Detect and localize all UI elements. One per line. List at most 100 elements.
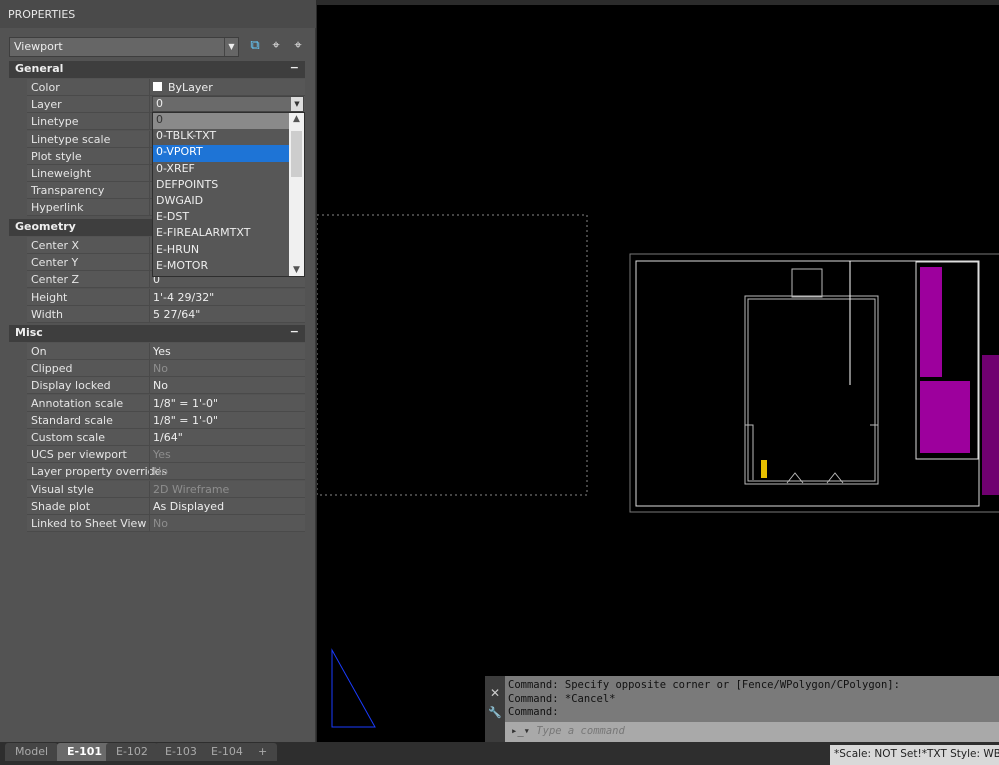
property-row[interactable]: On Yes xyxy=(27,343,305,360)
property-label: Display locked xyxy=(31,379,111,393)
property-row[interactable]: Width 5 27/64" xyxy=(27,305,305,323)
collapse-icon[interactable]: − xyxy=(290,61,299,74)
layer-dropdown-list[interactable]: 0 0-TBLK-TXT 0-VPORT 0-XREF DEFPOINTS DWGAID E… xyxy=(152,112,305,277)
divider xyxy=(149,199,150,217)
collapse-icon[interactable]: − xyxy=(290,325,299,338)
property-row[interactable]: Display locked No xyxy=(27,377,305,395)
property-label: Lineweight xyxy=(31,167,92,180)
layer-option[interactable]: 0-TBLK-TXT xyxy=(153,129,289,145)
command-history: Command: Specify opposite corner or [Fen… xyxy=(508,679,900,720)
section-title: Misc xyxy=(15,326,43,339)
property-row[interactable]: Linked to Sheet View No xyxy=(27,515,305,532)
scroll-down-icon[interactable]: ▼ xyxy=(289,265,304,275)
property-label: Linetype scale xyxy=(31,132,111,146)
property-value[interactable]: No xyxy=(153,362,168,375)
command-input[interactable]: ▸_▾ Type a command xyxy=(505,722,999,742)
close-icon[interactable]: ✕ xyxy=(485,686,505,700)
layer-option[interactable]: 0-VPORT xyxy=(153,145,289,162)
layer-value: 0 xyxy=(156,97,163,110)
property-label: Visual style xyxy=(31,482,94,496)
layer-option[interactable]: DEFPOINTS xyxy=(153,178,289,194)
layer-option[interactable]: 0 xyxy=(153,113,289,130)
select-objects-icon[interactable]: ⌖ xyxy=(268,38,284,54)
divider xyxy=(149,165,150,182)
color-value: ByLayer xyxy=(168,81,213,94)
divider xyxy=(149,288,150,306)
layer-option[interactable]: E-MOTOR xyxy=(153,259,289,275)
scroll-thumb[interactable] xyxy=(291,131,302,177)
layer-option[interactable]: E-FIREALARMTXT xyxy=(153,226,289,242)
divider xyxy=(149,429,150,446)
viewport-boundary[interactable] xyxy=(316,214,588,496)
toggle-pickadd-icon[interactable]: ⧉ xyxy=(247,38,263,54)
legend-text xyxy=(920,267,999,495)
divider xyxy=(149,463,150,481)
layer-field[interactable]: 0 ▼ xyxy=(152,96,304,112)
property-row[interactable]: Clipped No xyxy=(27,360,305,378)
divider xyxy=(149,182,150,200)
property-label: Layer xyxy=(31,98,62,112)
tab-e-102[interactable]: E-102 xyxy=(106,743,158,761)
section-general[interactable]: General − xyxy=(9,61,305,78)
scroll-up-icon[interactable]: ▲ xyxy=(289,114,304,124)
tab-e-104[interactable]: E-104 xyxy=(201,743,253,761)
command-prompt-icon[interactable]: ▸_▾ xyxy=(511,725,536,737)
tab-add[interactable]: + xyxy=(248,743,278,761)
section-misc[interactable]: Misc − xyxy=(9,325,305,342)
property-label: Linked to Sheet View xyxy=(31,517,147,530)
wrench-icon[interactable]: 🔧 xyxy=(485,706,505,719)
property-row[interactable]: Standard scale 1/8" = 1'-0" xyxy=(27,411,305,429)
tab-e-101[interactable]: E-101 xyxy=(57,743,113,761)
layer-option[interactable]: 0-XREF xyxy=(153,162,289,178)
property-label: Center X xyxy=(31,239,80,252)
layer-option[interactable]: E-DST xyxy=(153,210,289,226)
property-row[interactable]: Annotation scale 1/8" = 1'-0" xyxy=(27,394,305,412)
divider xyxy=(149,515,150,532)
tab-e-103[interactable]: E-103 xyxy=(155,743,207,761)
property-value[interactable]: 1/8" = 1'-0" xyxy=(153,397,218,410)
property-value[interactable]: 2D Wireframe xyxy=(153,483,229,496)
property-value[interactable]: 1/64" xyxy=(153,431,183,444)
divider xyxy=(149,497,150,515)
property-row[interactable]: UCS per viewport Yes xyxy=(27,446,305,464)
status-text: *Scale: NOT Set!*TXT Style: WBA- xyxy=(830,745,999,765)
property-label: Shade plot xyxy=(31,499,91,513)
property-value[interactable]: Yes xyxy=(153,448,171,461)
property-row[interactable]: Height 1'-4 29/32" xyxy=(27,288,305,306)
property-label: Height xyxy=(31,290,68,304)
property-row[interactable]: Custom scale 1/64" xyxy=(27,429,305,446)
divider xyxy=(149,147,150,165)
chevron-down-icon[interactable]: ▼ xyxy=(291,97,303,111)
property-value[interactable]: As Displayed xyxy=(153,500,224,513)
command-placeholder: Type a command xyxy=(536,725,625,737)
property-row[interactable]: Visual style 2D Wireframe xyxy=(27,480,305,498)
divider xyxy=(149,254,150,272)
property-value[interactable]: Yes xyxy=(153,345,171,358)
divider xyxy=(149,79,150,96)
divider xyxy=(149,394,150,412)
chevron-down-icon[interactable]: ▼ xyxy=(224,38,238,56)
scrollbar[interactable]: ▲ ▼ xyxy=(289,113,304,276)
property-label: Standard scale xyxy=(31,413,113,427)
property-value[interactable]: No xyxy=(153,379,168,392)
layer-option[interactable]: DWGAID xyxy=(153,194,289,210)
property-value[interactable]: 1'-4 29/32" xyxy=(153,291,214,304)
property-value[interactable]: 5 27/64" xyxy=(153,308,200,321)
property-row[interactable]: Shade plot As Displayed xyxy=(27,497,305,515)
property-row[interactable]: Color ByLayer xyxy=(27,79,305,96)
object-type-select[interactable]: Viewport ▼ xyxy=(9,37,239,57)
layer-option[interactable]: E-HRUN xyxy=(153,243,289,259)
tab-model[interactable]: Model xyxy=(5,743,59,761)
quick-select-icon[interactable]: ⌖ xyxy=(290,38,306,54)
command-line-grip[interactable]: ✕ 🔧 xyxy=(485,676,505,742)
property-value[interactable]: 1/8" = 1'-0" xyxy=(153,414,218,427)
section-title: General xyxy=(15,62,64,75)
divider xyxy=(149,130,150,148)
property-value[interactable]: ByLayer xyxy=(153,81,213,94)
property-row[interactable]: Layer property overrides No xyxy=(27,463,305,481)
drawing-canvas[interactable] xyxy=(316,5,999,742)
drawing xyxy=(316,214,999,728)
command-line[interactable]: ✕ 🔧 Command: Specify opposite corner or [… xyxy=(485,676,999,742)
property-value[interactable]: No xyxy=(153,465,168,478)
property-value[interactable]: No xyxy=(153,517,168,530)
